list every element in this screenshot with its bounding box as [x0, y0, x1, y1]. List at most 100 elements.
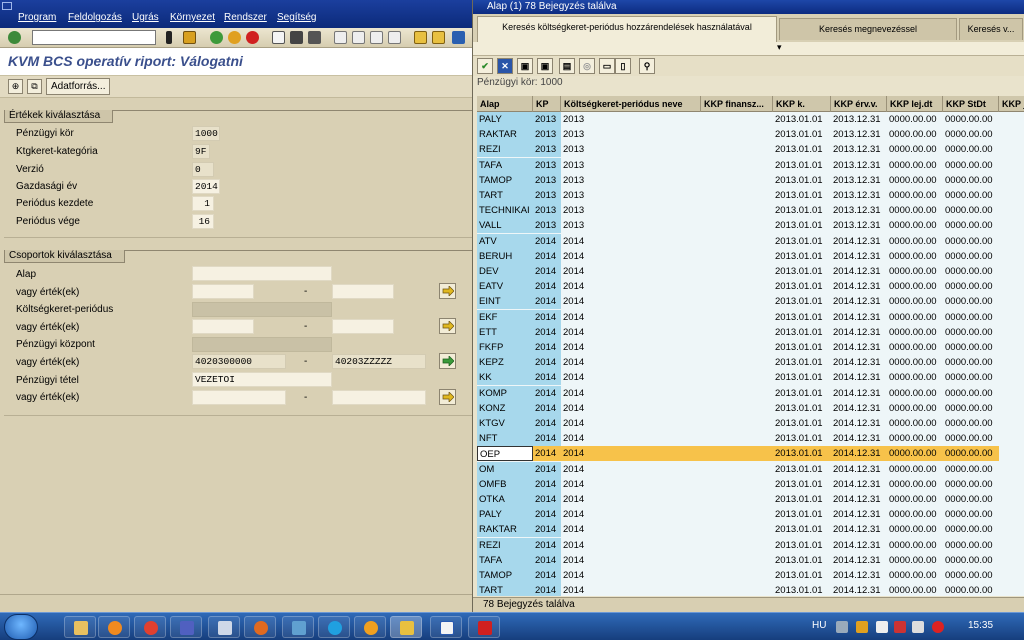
table-cell[interactable]: 2013.01.01	[773, 462, 831, 477]
table-row[interactable]: KONZ 2014 2014 2013.01.01 2014.12.31 0000.00.…	[477, 400, 1024, 416]
table-cell[interactable]: 2013	[561, 173, 701, 188]
firefox-taskbar-icon[interactable]	[244, 616, 276, 638]
table-cell[interactable]: 0000.00.00	[943, 279, 999, 294]
table-cell[interactable]: 0000.00.00	[943, 401, 999, 416]
table-cell[interactable]: 2014.12.31	[831, 401, 887, 416]
table-cell[interactable]: 0000.00.00	[887, 462, 943, 477]
table-cell[interactable]: 0000.00.00	[887, 279, 943, 294]
table-cell[interactable]	[701, 310, 773, 325]
table-cell[interactable]: 2014.12.31	[831, 249, 887, 264]
table-cell[interactable]: 2013	[533, 157, 561, 173]
table-cell[interactable]: 0000.00.00	[943, 462, 999, 477]
table-cell[interactable]: 2013.12.31	[831, 188, 887, 203]
execute-icon[interactable]: ⊕	[8, 79, 23, 94]
column-header[interactable]: KP	[533, 96, 561, 112]
table-cell[interactable]: 2013.01.01	[773, 158, 831, 173]
find-icon[interactable]	[290, 31, 303, 44]
table-cell[interactable]: 2013.12.31	[831, 173, 887, 188]
table-cell[interactable]: 0000.00.00	[943, 234, 999, 249]
table-cell[interactable]	[701, 446, 773, 462]
table-cell[interactable]: 2013.01.01	[773, 112, 831, 127]
table-cell[interactable]: 2014	[561, 462, 701, 477]
table-cell[interactable]: 2014	[533, 340, 561, 355]
table-cell[interactable]	[701, 416, 773, 431]
table-cell[interactable]: TAFA	[477, 157, 533, 173]
table-cell[interactable]	[701, 355, 773, 370]
table-cell[interactable]: 2013.01.01	[773, 522, 831, 537]
info-icon[interactable]: ▯	[615, 58, 631, 74]
cancel-icon[interactable]	[246, 31, 259, 44]
table-cell[interactable]: 2013	[533, 203, 561, 219]
save-icon[interactable]	[183, 31, 196, 44]
sap-taskbar-icon[interactable]	[390, 616, 422, 638]
table-cell[interactable]: 2014.12.31	[831, 477, 887, 492]
table-row[interactable]: EINT 2014 2014 2013.01.01 2014.12.31 0000.00.…	[477, 294, 1024, 310]
table-cell[interactable]: 2013	[533, 127, 561, 143]
table-cell[interactable]	[701, 492, 773, 507]
table-cell[interactable]: 2013.01.01	[773, 355, 831, 370]
table-cell[interactable]: 2014	[533, 264, 561, 279]
column-header[interactable]: KKP StDt	[943, 96, 999, 112]
table-cell[interactable]: 2013.12.31	[831, 112, 887, 127]
table-cell[interactable]: 2013.12.31	[831, 127, 887, 142]
table-cell[interactable]: 0000.00.00	[887, 583, 943, 596]
table-row[interactable]: ETT 2014 2014 2013.01.01 2014.12.31 0000.00.0…	[477, 324, 1024, 340]
table-cell[interactable]	[701, 264, 773, 279]
table-cell[interactable]: 2014	[533, 233, 561, 249]
table-cell[interactable]: 0000.00.00	[943, 446, 999, 462]
app-taskbar-icon[interactable]	[354, 616, 386, 638]
table-cell[interactable]: 2014.12.31	[831, 279, 887, 294]
explorer-taskbar-icon[interactable]	[64, 616, 96, 638]
table-cell[interactable]: 0000.00.00	[943, 310, 999, 325]
table-cell[interactable]: 2013.01.01	[773, 142, 831, 157]
penzugyi-kozpont-from-field[interactable]: 4020300000	[192, 354, 286, 369]
table-cell[interactable]: 2014	[561, 538, 701, 553]
tab-search-by-period-assignment[interactable]: Keresés költségkeret-periódus hozzárende…	[477, 16, 777, 42]
column-header[interactable]: KKP érv.v.	[831, 96, 887, 112]
table-cell[interactable]: 2014	[533, 476, 561, 492]
table-row[interactable]: KTGV 2014 2014 2013.01.01 2014.12.31 0000.00.…	[477, 416, 1024, 431]
table-cell[interactable]: 2014.12.31	[831, 568, 887, 583]
table-cell[interactable]: KK	[477, 370, 533, 386]
table-cell[interactable]: 2013	[533, 172, 561, 188]
table-row[interactable]: VALL 2013 2013 2013.01.01 2013.12.31 0000.00.…	[477, 218, 1024, 234]
table-cell[interactable]: 0000.00.00	[887, 310, 943, 325]
penzugyi-tetel-to-field[interactable]	[332, 390, 426, 405]
table-cell[interactable]	[701, 553, 773, 568]
variant-icon[interactable]: ⧉	[27, 79, 42, 94]
periodus-kezdete-field[interactable]: 1	[192, 196, 214, 211]
table-cell[interactable]: TAMOP	[477, 172, 533, 188]
alap-multiple-selection-button[interactable]	[439, 283, 456, 299]
tab-search-by-name[interactable]: Keresés megnevezéssel	[779, 18, 957, 40]
table-cell[interactable]: 2013	[561, 158, 701, 173]
table-row[interactable]: REZI 2013 2013 2013.01.01 2013.12.31 0000.00.…	[477, 142, 1024, 158]
table-cell[interactable]	[701, 431, 773, 446]
table-cell[interactable]: 2014	[561, 492, 701, 507]
language-indicator[interactable]: HU	[812, 620, 826, 631]
table-row[interactable]: ATV 2014 2014 2013.01.01 2014.12.31 0000.00.0…	[477, 233, 1024, 249]
table-cell[interactable]: 2014.12.31	[831, 583, 887, 596]
table-cell[interactable]	[701, 294, 773, 309]
table-cell[interactable]: 2013	[561, 188, 701, 203]
table-cell[interactable]: 0000.00.00	[887, 568, 943, 583]
koltsegkeret-periodus-field[interactable]	[192, 302, 332, 317]
table-cell[interactable]: 2014	[533, 583, 561, 596]
expand-arrow-icon[interactable]: ▾	[777, 42, 782, 53]
table-cell[interactable]: 2013.01.01	[773, 173, 831, 188]
table-cell[interactable]: 2014	[561, 477, 701, 492]
table-cell[interactable]: 2013.01.01	[773, 538, 831, 553]
table-cell[interactable]: 2014	[533, 492, 561, 507]
table-cell[interactable]: 2014	[561, 522, 701, 537]
table-cell[interactable]: ETT	[477, 324, 533, 340]
acrobat-taskbar-icon[interactable]	[468, 616, 500, 638]
table-cell[interactable]: EINT	[477, 294, 533, 310]
table-row[interactable]: EATV 2014 2014 2013.01.01 2014.12.31 0000.00.…	[477, 279, 1024, 295]
table-cell[interactable]	[701, 401, 773, 416]
table-cell[interactable]: 0000.00.00	[943, 492, 999, 507]
table-cell[interactable]: 2013.01.01	[773, 127, 831, 142]
table-cell[interactable]: 2014	[561, 401, 701, 416]
table-cell[interactable]: 2013.01.01	[773, 203, 831, 218]
table-row[interactable]: KK 2014 2014 2013.01.01 2014.12.31 0000.00.00…	[477, 370, 1024, 386]
table-cell[interactable]: 2014.12.31	[831, 553, 887, 568]
table-cell[interactable]: 2014	[533, 431, 561, 447]
